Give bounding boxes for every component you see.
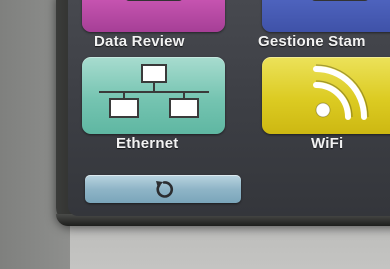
tile-label-gestione-stampa: Gestione Stam [258,33,366,50]
ethernet-network-icon [96,63,212,119]
tile-ethernet[interactable] [82,57,225,134]
print-management-icon [310,0,370,4]
tile-label-data-review: Data Review [94,33,185,50]
photo-scene: Data Review Gestione Stam Ethernet WiFi [0,0,390,269]
tile-wifi[interactable] [262,57,390,134]
refresh-icon [153,178,175,200]
tile-label-wifi: WiFi [311,135,344,152]
touchscreen: Data Review Gestione Stam Ethernet WiFi [68,0,390,216]
data-review-icon [124,0,184,4]
wifi-icon [306,61,372,127]
tile-data-review[interactable] [82,0,225,32]
tile-label-ethernet: Ethernet [116,135,179,152]
tile-gestione-stampa[interactable] [262,0,390,32]
refresh-button[interactable] [85,175,241,203]
